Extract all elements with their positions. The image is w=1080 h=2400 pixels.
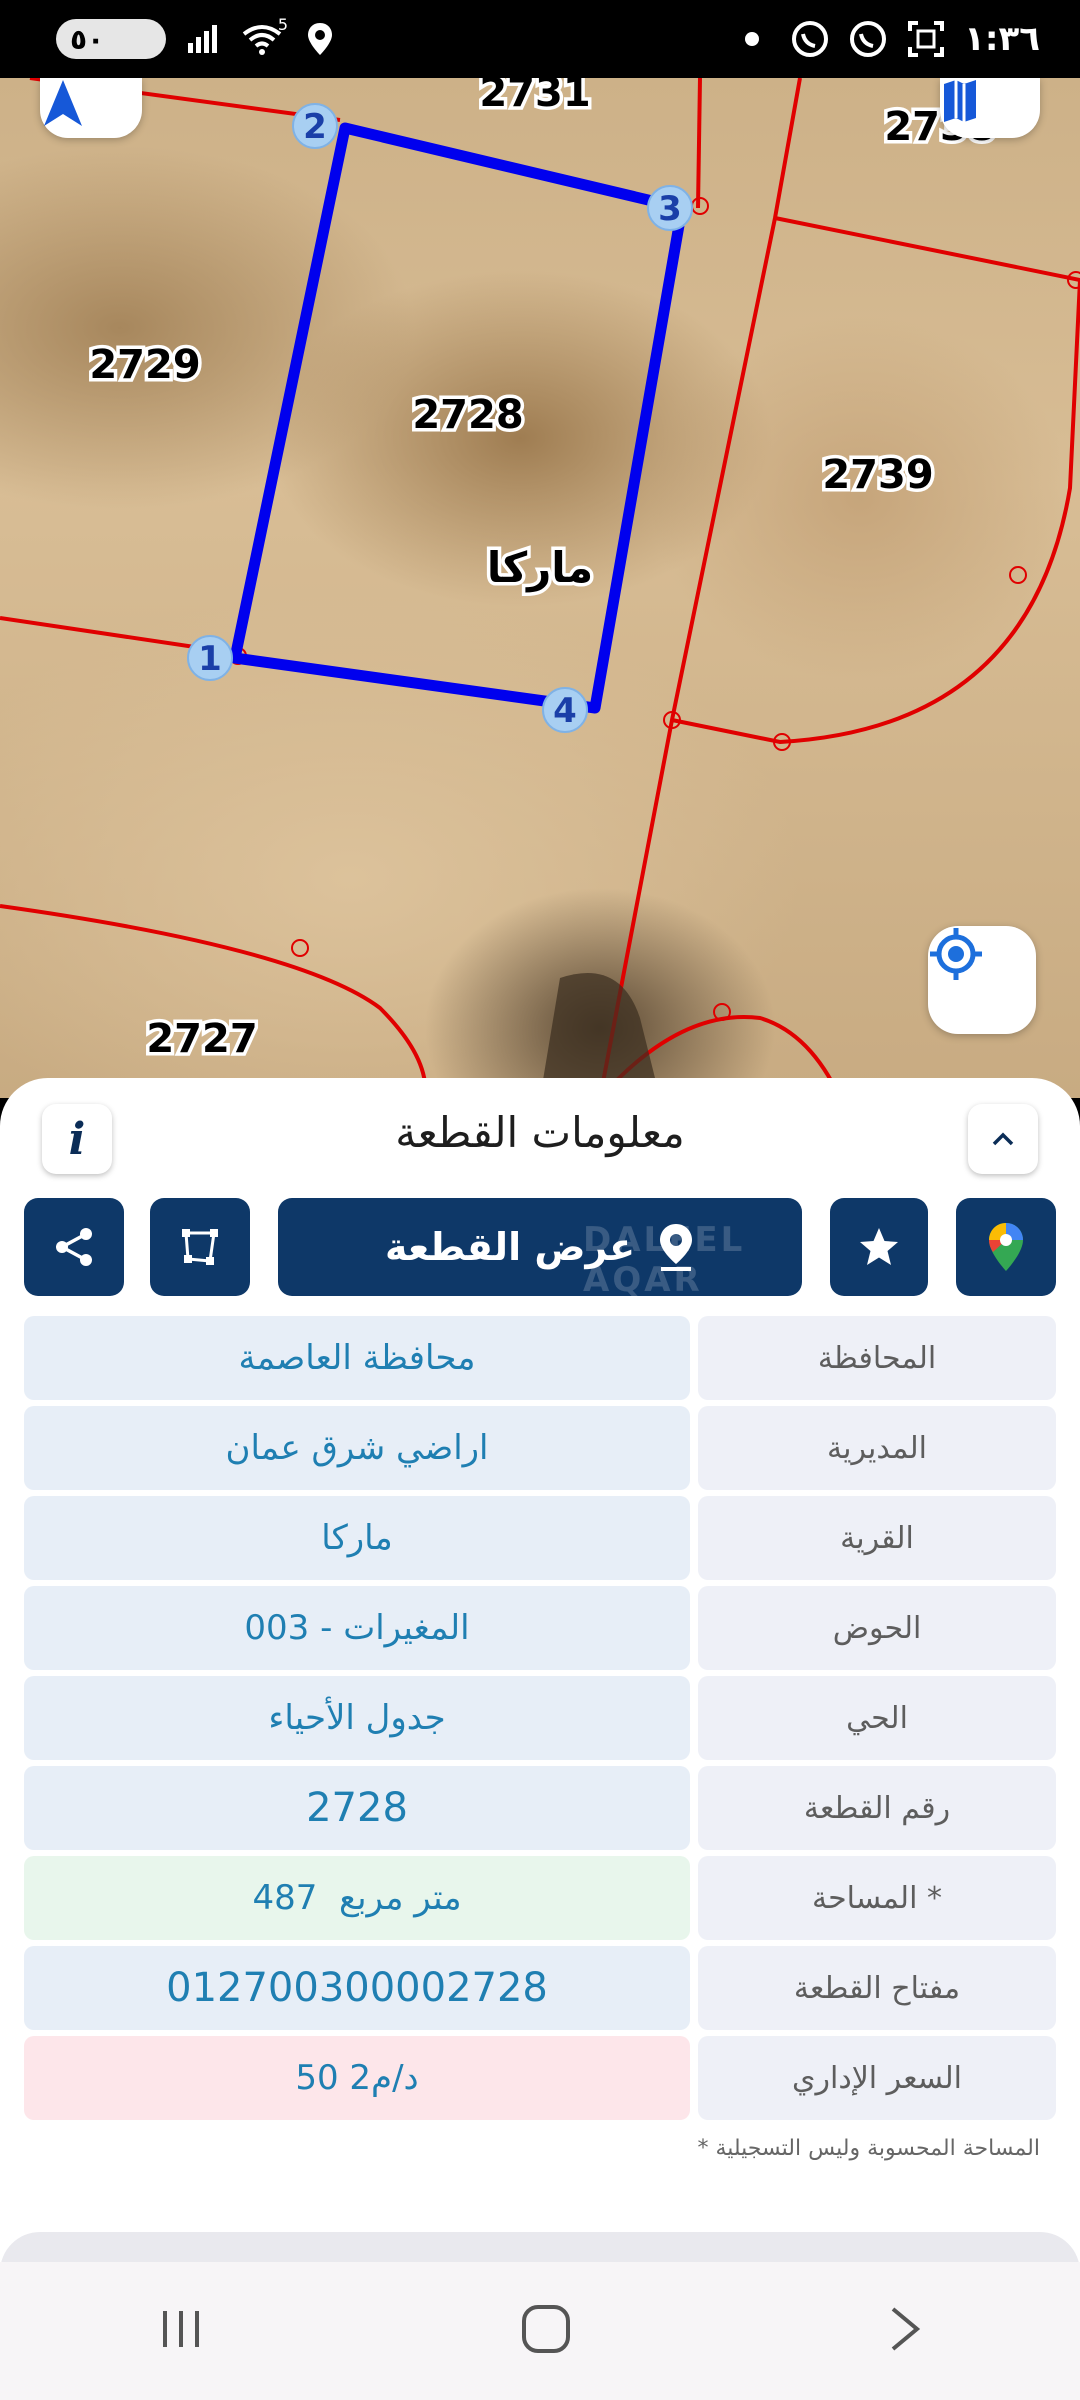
parcel-map-layer: 2 3 1 4 2731 2738 2729 2728 2739 2727 ما… <box>0 78 1080 1098</box>
polygon-icon <box>182 1229 218 1265</box>
home-button[interactable] <box>520 2303 572 2359</box>
info-label: مفتاح القطعة <box>698 1946 1056 2030</box>
wifi-badge: 5 <box>277 15 288 34</box>
share-button[interactable] <box>24 1198 124 1296</box>
vertex-label: 4 <box>553 691 577 731</box>
info-row-governorate: محافظة العاصمة المحافظة <box>24 1316 1056 1400</box>
info-label: الحي <box>698 1676 1056 1760</box>
info-value: 2728 <box>24 1766 690 1850</box>
info-value: اراضي شرق عمان <box>24 1406 690 1490</box>
info-row-area: 487 متر مربع المساحة * <box>24 1856 1056 1940</box>
status-right: ١:٣٦ <box>732 19 1040 59</box>
crosshair-icon <box>930 928 982 980</box>
info-value: 50 د/م2 <box>24 2036 690 2120</box>
vertex-label: 1 <box>198 639 222 679</box>
parcel-border <box>671 279 1080 745</box>
info-row-neighborhood: جدول الأحياء الحي <box>24 1676 1056 1760</box>
info-row-admin-price: 50 د/م2 السعر الإداري <box>24 2036 1056 2120</box>
info-row-plot-number: 2728 رقم القطعة <box>24 1766 1056 1850</box>
info-label: القرية <box>698 1496 1056 1580</box>
info-label: المديرية <box>698 1406 1056 1490</box>
vertex-marker-3[interactable]: 3 <box>647 185 693 231</box>
sheet-header: i معلومات القطعة <box>0 1078 1080 1188</box>
clock: ١:٣٦ <box>964 19 1040 59</box>
wifi-icon: 5 <box>242 15 288 59</box>
whatsapp-business-icon <box>848 19 888 59</box>
info-value: ماركا <box>24 1496 690 1580</box>
map-view[interactable]: 2 3 1 4 2731 2738 2729 2728 2739 2727 ما… <box>0 78 1080 1098</box>
info-row-basin: المغيرات - 003 الحوض <box>24 1586 1056 1670</box>
info-value: المغيرات - 003 <box>24 1586 690 1670</box>
vertex-marker-4[interactable]: 4 <box>542 687 588 733</box>
system-nav-bar <box>0 2262 1080 2400</box>
info-label: المساحة * <box>698 1856 1056 1940</box>
area-footnote: * المساحة المحسوبة وليس التسجيلية <box>697 2136 1040 2161</box>
info-label: الحوض <box>698 1586 1056 1670</box>
area-name-label: ماركا <box>487 543 593 592</box>
vertex-marker-1[interactable]: 1 <box>187 635 233 681</box>
screenshot-icon <box>906 19 946 59</box>
dot-icon <box>732 19 772 59</box>
battery-indicator: ٥٠ <box>56 19 166 59</box>
location-icon <box>300 19 340 59</box>
star-icon <box>860 1228 898 1265</box>
info-label: السعر الإداري <box>698 2036 1056 2120</box>
plot-info-sheet: i معلومات القطعة DALEEL AQAR عرض القطعة <box>0 1078 1080 2262</box>
action-bar: DALEEL AQAR عرض القطعة <box>0 1198 1080 1300</box>
watermark-text: DALEEL AQAR <box>583 1220 746 1300</box>
vertex-label: 3 <box>658 189 682 229</box>
info-value: جدول الأحياء <box>24 1676 690 1760</box>
my-location-button[interactable] <box>928 926 1036 1034</box>
back-button[interactable] <box>887 2305 923 2357</box>
parcel-label-2731: 2731 <box>479 78 590 116</box>
recent-apps-button[interactable] <box>157 2307 205 2355</box>
whatsapp-icon <box>790 19 830 59</box>
signal-icon <box>184 19 224 59</box>
parcel-border <box>774 216 1080 282</box>
status-left: ٥٠ 5 <box>56 15 340 59</box>
home-icon <box>521 2305 570 2353</box>
parcel-border <box>0 904 428 1098</box>
favorite-button[interactable] <box>830 1198 928 1296</box>
parcel-border <box>598 78 802 1098</box>
view-plot-button[interactable]: DALEEL AQAR عرض القطعة <box>278 1198 802 1300</box>
info-label: رقم القطعة <box>698 1766 1056 1850</box>
parcel-nodes <box>229 197 1080 1021</box>
collapse-button[interactable] <box>968 1104 1038 1174</box>
info-row-directorate: اراضي شرق عمان المديرية <box>24 1406 1056 1490</box>
google-maps-icon <box>989 1223 1023 1271</box>
chevron-up-icon <box>992 1132 1014 1146</box>
sheet-title: معلومات القطعة <box>395 1108 685 1157</box>
parcel-label-2739: 2739 <box>822 452 933 498</box>
info-row-plot-key: 012700300002728 مفتاح القطعة <box>24 1946 1056 2030</box>
info-label: المحافظة <box>698 1316 1056 1400</box>
map-layers-icon <box>944 80 976 122</box>
share-icon <box>56 1228 92 1266</box>
info-value: 012700300002728 <box>24 1946 690 2030</box>
parcel-label-2728: 2728 <box>412 392 523 438</box>
info-value: محافظة العاصمة <box>24 1316 690 1400</box>
vertex-label: 2 <box>303 107 327 147</box>
status-bar: ٥٠ 5 ١:٣٦ <box>0 0 1080 78</box>
info-value: 487 متر مربع <box>24 1856 690 1940</box>
chevron-right-icon <box>891 2307 920 2351</box>
plot-info-table: محافظة العاصمة المحافظة اراضي شرق عمان ا… <box>24 1316 1056 2126</box>
google-maps-button[interactable] <box>956 1198 1056 1296</box>
parcel-label-2729: 2729 <box>89 342 200 388</box>
compass-icon <box>44 80 82 126</box>
info-row-village: ماركا القرية <box>24 1496 1056 1580</box>
parcel-border <box>696 78 702 209</box>
compass-button[interactable] <box>40 78 142 138</box>
layers-button[interactable] <box>940 78 1040 138</box>
parcel-labels: 2731 2738 2729 2728 2739 2727 ماركا <box>86 78 999 1066</box>
vertex-marker-2[interactable]: 2 <box>292 103 338 149</box>
recent-apps-icon <box>163 2311 200 2347</box>
polygon-button[interactable] <box>150 1198 250 1296</box>
parcel-label-2727: 2727 <box>146 1016 257 1062</box>
